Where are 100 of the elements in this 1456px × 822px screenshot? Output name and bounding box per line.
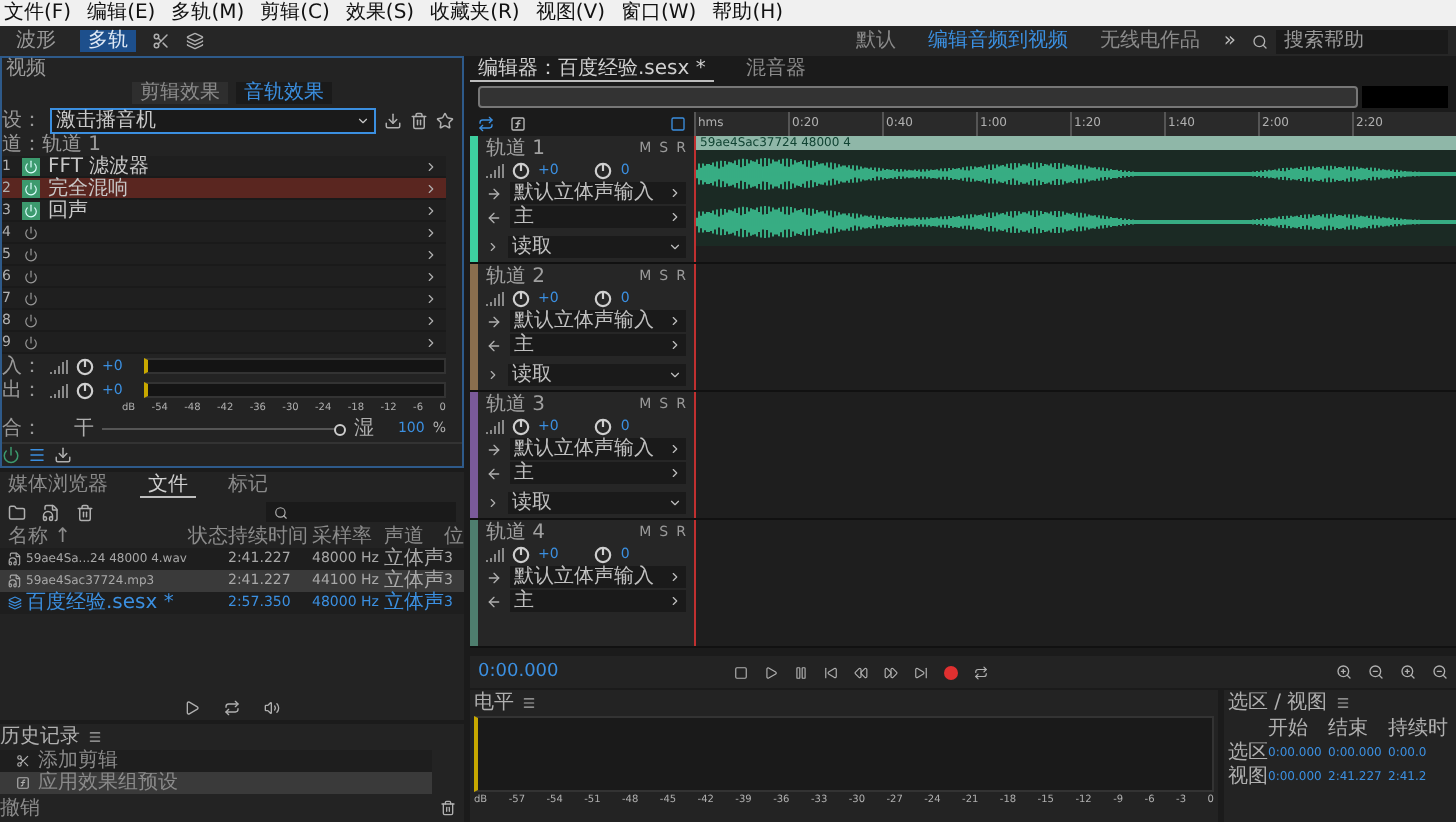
column-header[interactable]: 采样率 [312, 526, 384, 548]
more-workspaces[interactable]: » [1223, 30, 1236, 52]
input-dropdown[interactable]: 默认立体声输入 [510, 182, 686, 204]
column-header[interactable]: 声道 [384, 526, 444, 548]
workspace-tab[interactable]: 无线电作品 [1091, 30, 1208, 52]
menu-item[interactable]: 效果(S) [345, 2, 415, 24]
zoom-in-icon[interactable] [1400, 664, 1416, 680]
panel-tab[interactable]: 编辑器：百度经验.sesx * [470, 57, 714, 81]
skip-forward-icon[interactable] [914, 665, 928, 679]
mode-tab[interactable]: 多轨 [80, 30, 136, 52]
output-dropdown[interactable]: 主 [510, 462, 686, 484]
session-icon [8, 596, 22, 610]
power-icon[interactable] [22, 179, 40, 197]
menu-item[interactable]: 收藏夹(R) [430, 2, 520, 24]
expand-icon[interactable] [486, 368, 500, 382]
automation-dropdown[interactable]: 读取 [508, 236, 686, 258]
layers-tool-icon[interactable] [186, 32, 204, 50]
delete-icon[interactable] [440, 800, 456, 816]
rewind-icon[interactable] [854, 665, 868, 679]
column-header[interactable]: 名称 ↑ [0, 526, 188, 548]
knob-icon[interactable] [594, 546, 613, 564]
stop-icon[interactable] [734, 665, 748, 679]
loop-icon[interactable] [224, 699, 240, 715]
menu-item[interactable]: 视图(V) [535, 2, 605, 24]
input-dropdown[interactable]: 默认立体声输入 [510, 566, 686, 588]
menu-item[interactable]: 剪辑(C) [260, 2, 330, 24]
zoom-in-icon[interactable] [1336, 664, 1352, 680]
undo-button[interactable]: 撤销 [0, 797, 40, 819]
knob-icon[interactable] [76, 357, 94, 375]
zoom-out-icon[interactable] [1368, 664, 1384, 680]
panel-tab[interactable]: 文件 [140, 473, 196, 497]
power-icon[interactable] [22, 157, 40, 175]
play-icon[interactable] [184, 699, 200, 715]
workspace-tab[interactable]: 编辑音频到视频 [919, 30, 1076, 52]
favorite-icon[interactable] [436, 111, 454, 129]
expand-icon[interactable] [486, 496, 500, 510]
expand-icon[interactable] [486, 240, 500, 254]
automation-dropdown[interactable]: 读取 [508, 364, 686, 386]
column-header[interactable]: 位 [444, 526, 464, 548]
effect-name: 回声 [48, 199, 90, 221]
slider-thumb[interactable] [333, 423, 346, 435]
knob-icon[interactable] [512, 162, 530, 180]
knob-icon[interactable] [512, 290, 530, 308]
delete-icon[interactable] [410, 111, 428, 129]
dry-label: 干 [74, 418, 94, 440]
menu-item[interactable]: 编辑(E) [87, 2, 156, 24]
record-icon[interactable] [944, 665, 958, 679]
swap-icon[interactable] [478, 116, 494, 132]
column-header[interactable]: 状态 [188, 526, 228, 548]
automation-dropdown[interactable]: 读取 [508, 492, 686, 514]
mode-tab[interactable]: 波形 [8, 30, 64, 52]
menu-item[interactable]: 窗口(W) [621, 2, 697, 24]
effects-tab[interactable]: 音轨效果 [236, 82, 332, 104]
panel-menu-icon[interactable] [88, 730, 102, 744]
pause-icon[interactable] [794, 665, 808, 679]
function-icon[interactable] [510, 116, 526, 132]
loop-icon[interactable] [974, 665, 988, 679]
menu-item[interactable]: 文件(F) [4, 2, 72, 24]
input-dropdown[interactable]: 默认立体声输入 [510, 438, 686, 460]
knob-icon[interactable] [594, 162, 613, 180]
panel-title: 选区 / 视图 [1228, 692, 1328, 714]
knob-icon[interactable] [594, 418, 613, 436]
play-icon[interactable] [764, 665, 778, 679]
skip-back-icon[interactable] [824, 665, 838, 679]
track-label: 道：轨道 1 [2, 134, 102, 156]
knob-icon[interactable] [594, 290, 613, 308]
output-dropdown[interactable]: 主 [510, 206, 686, 228]
channels-cell: 立体声 [384, 592, 444, 614]
knob-icon[interactable] [512, 418, 530, 436]
column-header[interactable]: 持续时间 [228, 526, 312, 548]
files-search-field[interactable] [266, 502, 456, 522]
output-dropdown[interactable]: 主 [510, 334, 686, 356]
list-icon[interactable] [28, 446, 46, 464]
panel-tab[interactable]: 混音器 [737, 58, 814, 80]
chevron-icon [668, 240, 682, 254]
knob-icon[interactable] [512, 546, 530, 564]
overview-remainder [1362, 86, 1448, 108]
fast-forward-icon[interactable] [884, 665, 898, 679]
save-preset-icon[interactable] [384, 111, 402, 129]
history-item[interactable]: 添加剪辑 [0, 750, 432, 772]
folder-icon[interactable] [8, 503, 26, 521]
panel-tab[interactable]: 媒体浏览器 [0, 474, 116, 496]
panel-menu-icon[interactable] [1335, 696, 1350, 710]
input-dropdown[interactable]: 默认立体声输入 [510, 310, 686, 332]
menu-item[interactable]: 帮助(H) [712, 2, 784, 24]
preset-dropdown[interactable]: 激击播音机 [50, 107, 376, 133]
search-field[interactable]: 搜索帮助 [1276, 29, 1448, 53]
menu-item[interactable]: 多轨(M) [171, 2, 245, 24]
effects-tab[interactable]: 剪辑效果 [132, 82, 228, 104]
knob-icon[interactable] [76, 381, 94, 399]
output-dropdown[interactable]: 主 [510, 590, 686, 612]
volume-bars-icon [50, 383, 68, 397]
file-name: 百度经验.sesx * [26, 592, 174, 614]
power-icon[interactable] [22, 201, 40, 219]
panel-tab[interactable]: 标记 [220, 474, 276, 496]
speaker-icon[interactable] [264, 699, 280, 715]
delete-icon[interactable] [76, 503, 94, 521]
workspace-tab[interactable]: 默认 [847, 30, 904, 52]
zoom-out-icon[interactable] [1432, 664, 1448, 680]
panel-menu-icon[interactable] [522, 696, 536, 710]
